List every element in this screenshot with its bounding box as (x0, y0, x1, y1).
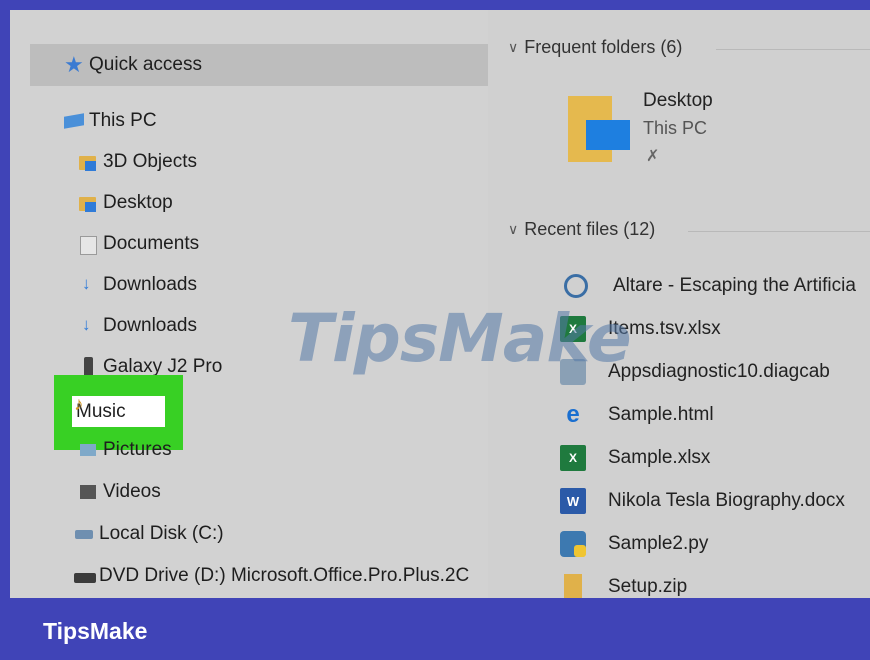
chevron-down-icon: ∨ (508, 39, 519, 55)
file-explorer-window: ★ Quick access This PC 3D Objects Deskto… (10, 10, 870, 598)
nav-item-local-disk[interactable]: Local Disk (C:) (74, 514, 224, 554)
nav-item-videos[interactable]: Videos (78, 472, 161, 512)
nav-label: Quick access (89, 54, 202, 75)
large-folder-icon[interactable] (568, 90, 634, 168)
nav-item-desktop[interactable]: Desktop (78, 183, 173, 223)
recent-file-item[interactable]: e Sample.html (560, 395, 714, 435)
nav-item-3d-objects[interactable]: 3D Objects (78, 142, 197, 182)
nav-label: Downloads (103, 274, 197, 295)
diagcab-icon (560, 359, 586, 385)
nav-this-pc[interactable]: This PC (64, 101, 157, 141)
excel-icon: X (560, 445, 586, 471)
recent-file-item[interactable]: W Nikola Tesla Biography.docx (560, 481, 845, 521)
nav-item-music[interactable]: Music (72, 396, 165, 427)
media-file-icon (564, 274, 588, 298)
edge-icon: e (566, 401, 580, 428)
file-name: Nikola Tesla Biography.docx (608, 490, 845, 511)
nav-item-downloads[interactable]: Downloads (78, 265, 197, 305)
footer-brand: TipsMake (43, 618, 148, 644)
frequent-folder-title[interactable]: Desktop (643, 90, 713, 112)
recent-file-item[interactable]: Sample2.py (560, 524, 708, 564)
file-name: Altare - Escaping the Artificia (613, 275, 856, 296)
chevron-down-icon: ∨ (508, 221, 519, 237)
nav-item-documents[interactable]: Documents (78, 224, 199, 264)
recent-file-item[interactable]: Setup.zip (560, 567, 687, 598)
videos-folder-icon (78, 482, 98, 502)
phone-icon (78, 357, 98, 377)
recent-file-item[interactable]: Appsdiagnostic10.diagcab (560, 352, 830, 392)
file-name: Items.tsv.xlsx (608, 318, 721, 339)
content-pane: ∨ Frequent folders (6) Desktop This PC ✗… (488, 10, 870, 598)
local-disk-icon (74, 524, 94, 544)
recent-file-item[interactable]: Altare - Escaping the Artificia (560, 266, 856, 306)
nav-label: Videos (103, 481, 161, 502)
recent-file-item[interactable]: X Items.tsv.xlsx (560, 309, 721, 349)
computer-icon (64, 111, 84, 131)
recent-files-header[interactable]: ∨ Recent files (12) (508, 219, 655, 240)
file-name: Setup.zip (608, 576, 688, 597)
nav-label: 3D Objects (103, 151, 197, 172)
dvd-drive-icon (74, 566, 96, 586)
zip-icon (564, 574, 582, 598)
python-icon (560, 531, 586, 557)
nav-label: DVD Drive (D:) Microsoft.Office.Pro.Plus… (99, 565, 470, 586)
nav-label: Downloads (103, 315, 197, 336)
file-name: Appsdiagnostic10.diagcab (608, 361, 830, 382)
star-icon: ★ (64, 52, 84, 77)
desktop-folder-icon (78, 193, 98, 213)
3d-objects-folder-icon (78, 152, 98, 172)
documents-folder-icon (78, 234, 98, 255)
nav-label: Desktop (103, 192, 173, 213)
nav-label: Documents (103, 233, 200, 254)
nav-label: Pictures (103, 439, 172, 460)
file-name: Sample.html (608, 404, 714, 425)
section-divider (688, 231, 870, 232)
recent-file-item[interactable]: X Sample.xlsx (560, 438, 710, 478)
nav-item-pictures[interactable]: Pictures (78, 430, 172, 470)
nav-label: This PC (89, 110, 157, 131)
nav-item-dvd-drive[interactable]: DVD Drive (D:) Microsoft.Office.Pro.Plus… (74, 556, 469, 596)
file-name: Sample2.py (608, 533, 709, 554)
file-name: Sample.xlsx (608, 447, 711, 468)
downloads-folder-icon (78, 274, 98, 295)
section-title: Frequent folders (6) (524, 37, 683, 57)
navigation-pane: ★ Quick access This PC 3D Objects Deskto… (10, 10, 488, 598)
frequent-folder-location: This PC (643, 118, 708, 138)
nav-item-downloads-2[interactable]: Downloads (78, 306, 197, 346)
excel-icon: X (560, 316, 586, 342)
frequent-folders-header[interactable]: ∨ Frequent folders (6) (508, 37, 682, 58)
nav-label: Local Disk (C:) (99, 523, 224, 544)
pictures-folder-icon (78, 440, 98, 460)
section-divider (716, 49, 870, 50)
downloads-folder-icon (78, 315, 98, 336)
section-title: Recent files (12) (524, 219, 656, 239)
pin-icon: ✗ (646, 148, 660, 165)
nav-quick-access[interactable]: ★ Quick access (30, 44, 488, 86)
word-icon: W (560, 488, 586, 514)
